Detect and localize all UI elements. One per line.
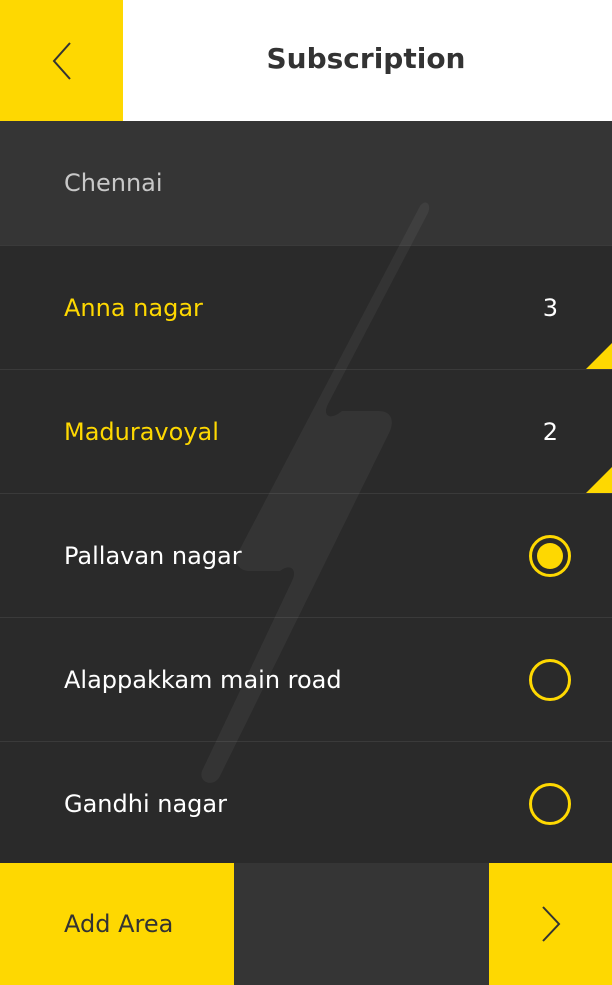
area-row-maduravoyal[interactable]: Maduravoyal 2 [0,369,612,493]
area-label: Pallavan nagar [64,542,242,570]
area-label: Maduravoyal [64,418,219,446]
area-list-panel: Chennai Anna nagar 3 Maduravoyal 2 Palla… [0,121,612,863]
radio-unselected[interactable] [529,783,571,825]
add-area-button[interactable]: Add Area [0,863,234,985]
page-title: Subscription [123,0,612,121]
area-row-alappakkam-main-road[interactable]: Alappakkam main road [0,617,612,741]
footer: Add Area [0,863,612,985]
area-label: Gandhi nagar [64,790,227,818]
city-label: Chennai [64,169,163,197]
radio-unselected[interactable] [529,659,571,701]
back-button[interactable] [0,0,123,121]
header: Subscription [0,0,612,121]
corner-triangle-icon [586,467,612,493]
radio-dot [537,543,563,569]
area-label: Anna nagar [64,294,203,322]
area-row-gandhi-nagar[interactable]: Gandhi nagar [0,741,612,863]
city-header: Chennai [0,121,612,245]
area-count: 3 [542,294,558,322]
add-area-label: Add Area [64,910,174,938]
area-row-anna-nagar[interactable]: Anna nagar 3 [0,245,612,369]
corner-triangle-icon [586,343,612,369]
chevron-left-icon [52,41,71,80]
radio-selected[interactable] [529,535,571,577]
area-label: Alappakkam main road [64,666,342,694]
area-row-pallavan-nagar[interactable]: Pallavan nagar [0,493,612,617]
chevron-right-icon [541,906,560,942]
next-button[interactable] [489,863,612,985]
page-title-text: Subscription [266,42,466,75]
area-count: 2 [542,418,558,446]
